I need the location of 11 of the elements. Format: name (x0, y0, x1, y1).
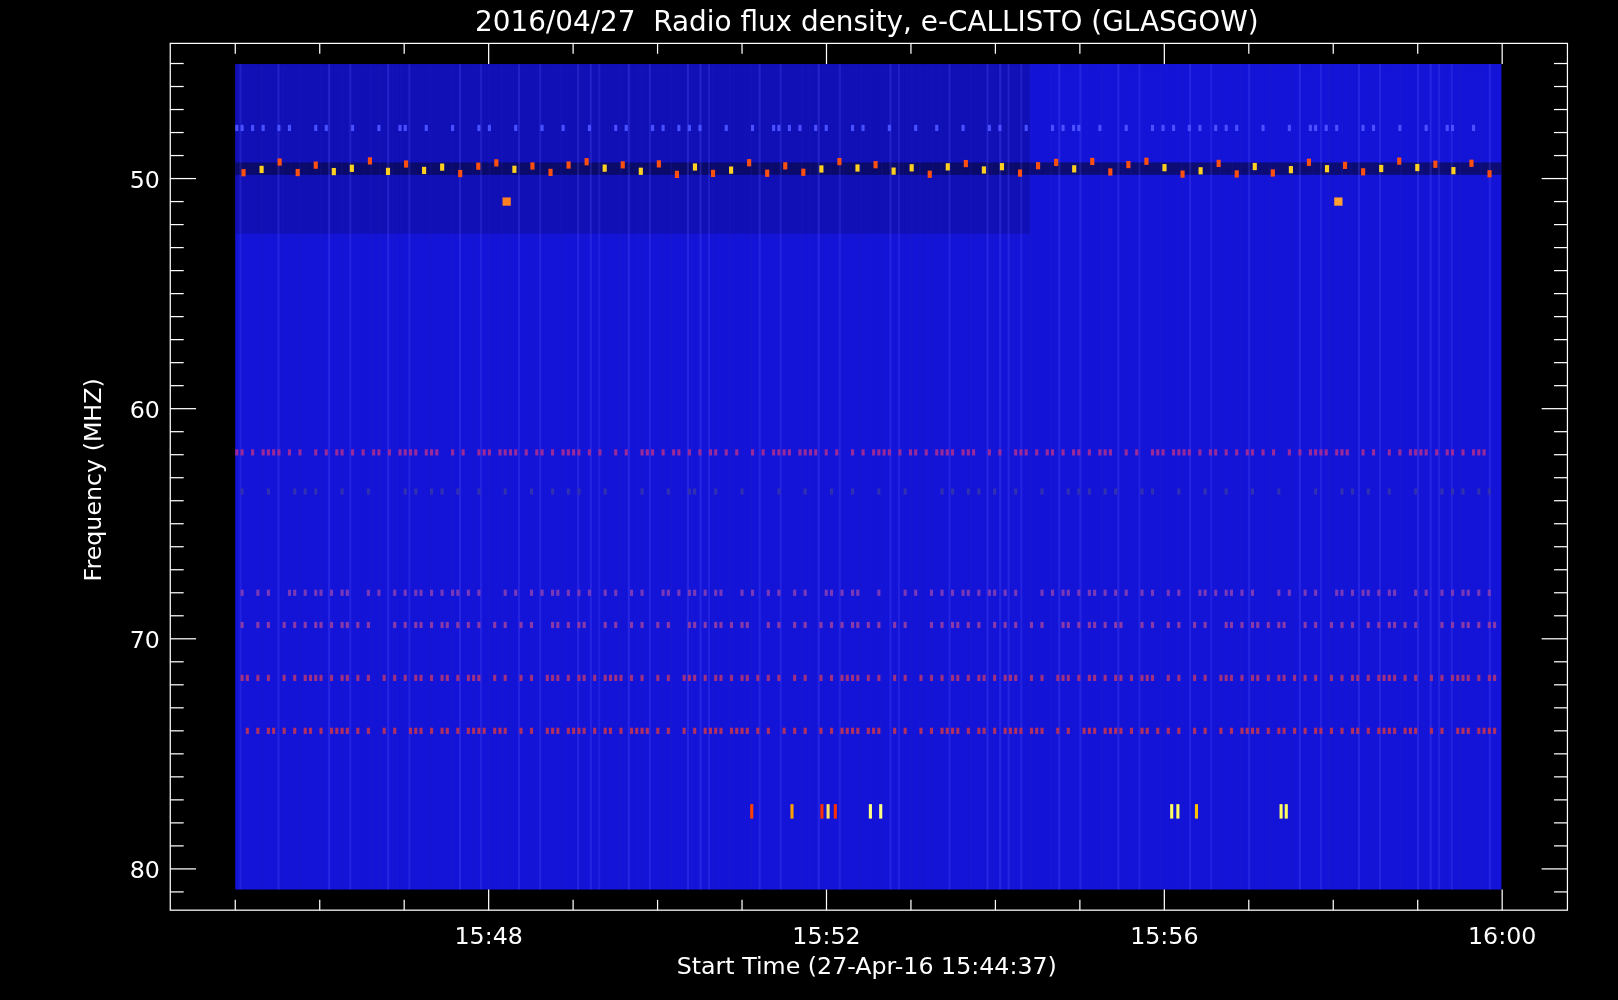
tick-label: 50 (129, 165, 160, 194)
tick-label: 15:52 (792, 922, 861, 951)
tick-label: 80 (129, 856, 160, 885)
axis-label: Start Time (27-Apr-16 15:44:37) (676, 952, 1057, 981)
tick-label: 15:48 (454, 922, 523, 951)
tick-label: 60 (129, 395, 160, 424)
tick-label: 70 (129, 626, 160, 655)
chart-title: 2016/04/27 Radio flux density, e-CALLISTO (GLASGOW) (475, 5, 1259, 38)
tick-label: 15:56 (1130, 922, 1199, 951)
axis-label: Frequency (MHZ) (79, 378, 108, 582)
tick-label: 16:00 (1468, 922, 1537, 951)
